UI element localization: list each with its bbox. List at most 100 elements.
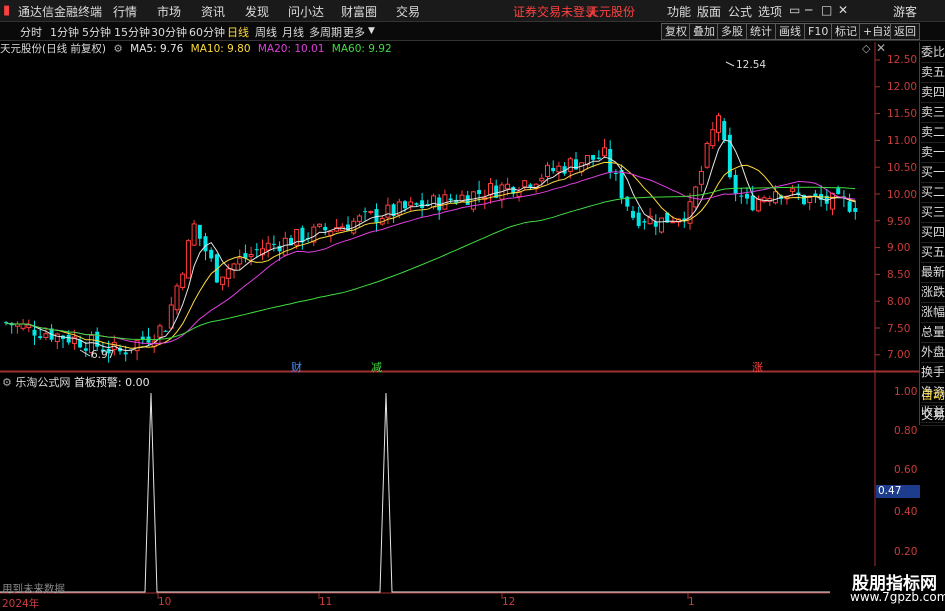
future-data-note: 用到未来数据	[2, 583, 65, 595]
candle-body	[317, 223, 322, 227]
side-tab-bid1[interactable]: 买一	[921, 162, 945, 183]
candle-body	[237, 257, 243, 265]
candle-body	[374, 209, 379, 223]
candle-body	[420, 200, 425, 208]
side-tab-bid2[interactable]: 买二	[921, 182, 945, 203]
candle-body	[271, 243, 276, 245]
candle-body	[180, 273, 186, 288]
side-tab-bid-ratio[interactable]: 委比	[921, 42, 945, 63]
candle-body	[38, 336, 43, 338]
candle-body	[698, 170, 704, 185]
side-tab-bid5[interactable]: 买五	[921, 242, 945, 263]
side-tab-auto[interactable]: 自动	[921, 385, 945, 406]
candle-body	[185, 240, 191, 279]
settings-gear-icon[interactable]: ⚙	[2, 376, 12, 389]
side-tab-bid4[interactable]: 买四	[921, 222, 945, 243]
candle-body	[556, 165, 562, 173]
x-tick: 10	[158, 596, 172, 608]
event-finance-label[interactable]: 财	[291, 359, 302, 375]
event-reduce-label[interactable]: 减	[371, 359, 382, 375]
watermark-url: www.7gpzb.com	[850, 590, 945, 604]
side-tab-trade[interactable]: 交易	[921, 405, 945, 426]
side-tab-ask5[interactable]: 卖五	[921, 62, 945, 83]
sub-chart-title: 乐淘公式网	[15, 376, 71, 389]
sub-y-tick: 0.20	[894, 546, 918, 558]
candle-body	[265, 242, 271, 251]
side-tab-ask1[interactable]: 卖一	[921, 142, 945, 163]
axis-ticks	[157, 59, 880, 599]
ma-line	[5, 171, 856, 345]
x-tick: 12	[502, 596, 516, 608]
marker-line	[79, 349, 91, 357]
candle-body	[408, 201, 414, 207]
side-tab-ask2[interactable]: 卖二	[921, 122, 945, 143]
candle-body	[528, 184, 533, 187]
y-tick: 8.50	[887, 269, 911, 281]
candle-body	[163, 330, 168, 332]
candle-body	[209, 249, 214, 259]
kline-chart[interactable]	[0, 0, 945, 609]
candle-body	[403, 201, 407, 209]
side-tab-change-pct[interactable]: 涨幅	[921, 302, 945, 323]
side-tab-ask3[interactable]: 卖三	[921, 102, 945, 123]
candle-body	[300, 227, 305, 243]
sub-indicator-plot	[0, 392, 875, 593]
y-tick: 8.00	[887, 296, 911, 308]
sub-side-panel: 自动 交易	[919, 385, 945, 426]
candle-body	[807, 196, 813, 204]
side-tab-ask4[interactable]: 卖四	[921, 82, 945, 103]
indicator-value: 首板预警: 0.00	[73, 376, 150, 389]
candle-body	[733, 175, 738, 194]
candle-body	[311, 226, 317, 243]
marker-line	[725, 61, 735, 67]
candle-body	[197, 224, 202, 239]
candle-body	[716, 115, 721, 133]
candle-body	[174, 285, 180, 311]
event-rise-label[interactable]: 涨	[752, 359, 763, 375]
candle-body	[773, 191, 778, 204]
side-tab-latest[interactable]: 最新	[921, 262, 945, 283]
y-tick: 10.00	[887, 189, 918, 201]
side-tab-turnover[interactable]: 换手	[921, 362, 945, 383]
candle-body	[356, 215, 362, 222]
candle-body	[853, 208, 858, 212]
candle-body	[551, 167, 556, 172]
y-tick: 12.50	[887, 54, 918, 66]
candle-body	[282, 237, 288, 256]
candle-body	[739, 195, 744, 197]
candle-body	[659, 217, 664, 233]
candle-body	[220, 276, 226, 286]
low-price-label: 6.97	[91, 349, 115, 361]
sub-chart-header: ⚙ 乐淘公式网 首板预警: 0.00	[2, 374, 150, 390]
candle-body	[704, 142, 710, 168]
candle-body	[522, 180, 528, 188]
candle-body	[545, 164, 550, 177]
y-tick: 10.50	[887, 162, 918, 174]
candle-body	[323, 226, 328, 231]
candle-body	[745, 193, 749, 199]
side-tab-change[interactable]: 涨跌	[921, 282, 945, 303]
candle-body	[790, 188, 796, 192]
candle-body	[368, 210, 374, 213]
side-tab-volume[interactable]: 总量	[921, 322, 945, 343]
candle-body	[43, 333, 49, 338]
candle-body	[248, 253, 254, 257]
candle-body	[83, 348, 88, 351]
watermark: 股朋指标网 www.7gpzb.com	[830, 566, 945, 609]
candle-body	[54, 333, 60, 343]
y-tick: 11.00	[887, 135, 918, 147]
sub-y-tick: 1.00	[894, 386, 918, 398]
candle-body	[363, 211, 368, 213]
candle-body	[505, 183, 511, 190]
candle-body	[442, 194, 448, 210]
side-tab-outer-volume[interactable]: 外盘	[921, 342, 945, 363]
candle-body	[722, 121, 727, 141]
high-price-label: 12.54	[736, 59, 767, 71]
side-tab-bid3[interactable]: 买三	[921, 202, 945, 223]
current-value-badge: 0.47	[876, 485, 920, 498]
candle-body	[385, 204, 391, 218]
candle-body	[157, 325, 163, 338]
candle-body	[123, 352, 128, 355]
candle-body	[608, 149, 613, 173]
quote-side-panel: 委比 卖五 卖四 卖三 卖二 卖一 买一 买二 买三 买四 买五 最新 涨跌 涨…	[919, 42, 945, 423]
